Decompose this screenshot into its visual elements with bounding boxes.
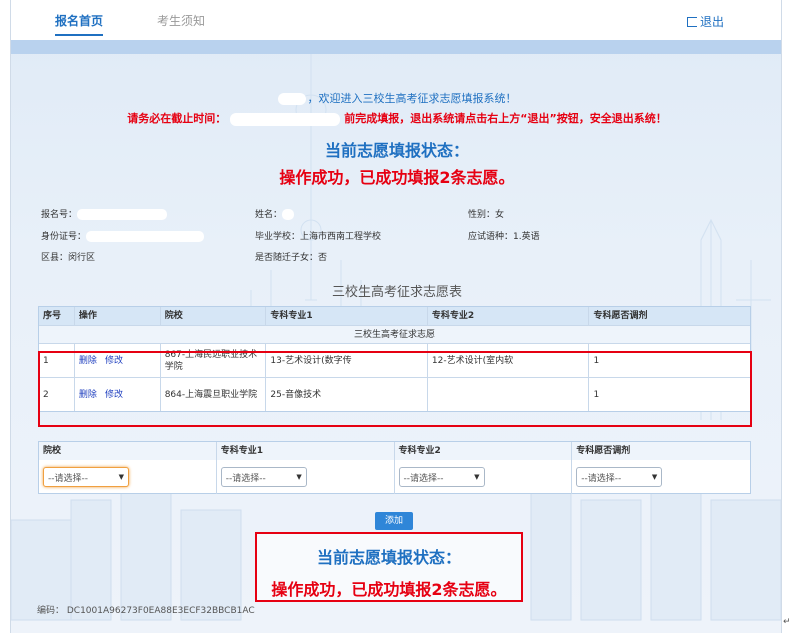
- col-header-adjust: 专科愿否调剂: [593, 311, 648, 321]
- logout-icon: [687, 17, 697, 27]
- chevron-down-icon: ▼: [118, 473, 124, 481]
- deadline-notice: 请务必在截止时间： 前完成填报，退出系统请点击右上方“退出”按钮，安全退出系统！: [11, 110, 781, 126]
- major1-select-value: --请选择--: [225, 473, 266, 484]
- edit-link[interactable]: 修改: [105, 389, 123, 401]
- district-value: 闵行区: [68, 253, 96, 263]
- school-select-cell: --请选择-- ▼: [39, 460, 217, 494]
- top-banner-band: [11, 40, 781, 54]
- redacted-reg-no: [77, 209, 168, 220]
- district-field: 区县：闵行区: [41, 250, 95, 263]
- status-highlight-box: 当前志愿填报状态： 操作成功，已成功填报2条志愿。: [255, 532, 523, 602]
- id-field: 身份证号：: [41, 229, 205, 242]
- row-major1: 13-艺术设计(数字传: [266, 344, 428, 377]
- migrant-value: 否: [318, 253, 328, 263]
- deadline-suffix: 前完成填报，退出系统请点击右上方“退出”按钮，安全退出系统！: [344, 112, 667, 125]
- row-no: 1: [39, 344, 75, 377]
- major2-select[interactable]: --请选择-- ▼: [398, 467, 485, 487]
- table-subheader: 三校生高考征求志愿: [39, 325, 750, 343]
- language-value: 1.英语: [513, 232, 540, 242]
- col-header-action: 操作: [75, 307, 161, 325]
- row-actions: 删除 修改: [75, 378, 161, 411]
- school-label: 毕业学校：: [255, 232, 301, 242]
- add-volunteer-form: 院校 专科专业1 专科专业2 专科愿否调剂 --请选择-- ▼ --请选择-- ▼ …: [38, 441, 751, 494]
- row-adjust: 1: [593, 389, 600, 400]
- migrant-label: 是否随迁子女：: [255, 253, 319, 263]
- table-row: 2 删除 修改 864-上海震旦职业学院 25-音像技术 1: [39, 377, 750, 411]
- form-header-adjust: 专科愿否调剂: [576, 446, 631, 456]
- redacted-id: [86, 231, 205, 242]
- chevron-down-icon: ▼: [296, 473, 302, 481]
- page-frame: 报名首页 考生须知 退出 ，欢迎进入三校生高考征求志愿填报系统！ 请务必在截止时…: [10, 0, 782, 633]
- district-label: 区县：: [41, 253, 69, 263]
- row-major2: 12-艺术设计(室内软: [428, 344, 590, 377]
- school-select[interactable]: --请选择-- ▼: [43, 467, 129, 487]
- name-field: 姓名：: [255, 207, 295, 220]
- redacted-deadline: [230, 112, 341, 126]
- delete-link[interactable]: 删除: [79, 355, 97, 367]
- name-label: 姓名：: [255, 210, 283, 220]
- reg-no-label: 报名号：: [41, 210, 78, 220]
- row-major2: [428, 378, 590, 411]
- major1-select[interactable]: --请选择-- ▼: [220, 467, 307, 487]
- table-title: 三校生高考征求志愿表: [331, 285, 462, 300]
- tab-candidate-notice[interactable]: 考生须知: [157, 12, 205, 29]
- col-header-major1: 专科专业1: [266, 307, 428, 325]
- major1-select-cell: --请选择-- ▼: [217, 460, 395, 494]
- language-label: 应试语种：: [468, 232, 514, 242]
- migrant-field: 是否随迁子女：否: [255, 250, 327, 263]
- edit-link[interactable]: 修改: [105, 355, 123, 367]
- redacted-name-value: [282, 209, 295, 220]
- adjust-select-cell: --请选择-- ▼: [572, 460, 750, 494]
- deadline-prefix: 请务必在截止时间：: [127, 112, 227, 125]
- logout-label: 退出: [700, 15, 725, 29]
- logout-button[interactable]: 退出: [687, 13, 724, 30]
- status-title: 当前志愿填报状态：: [324, 141, 469, 160]
- welcome-message: ，欢迎进入三校生高考征求志愿填报系统！: [11, 90, 781, 106]
- row-no: 2: [39, 378, 75, 411]
- paragraph-mark: ↵: [783, 617, 791, 627]
- id-label: 身份证号：: [41, 232, 87, 242]
- footer-code: 编码： DC1001A96273F0EA88E3ECF32BBCB1AC: [37, 606, 255, 616]
- redacted-name: [277, 93, 306, 105]
- row-major1: 25-音像技术: [266, 378, 428, 411]
- school-select-value: --请选择--: [48, 473, 88, 484]
- form-header-major2: 专科专业2: [395, 442, 573, 460]
- status-box-message: 操作成功，已成功填报2条志愿。: [271, 580, 507, 599]
- col-header-major2: 专科专业2: [428, 307, 590, 325]
- col-header-no: 序号: [39, 307, 75, 325]
- form-header-school: 院校: [39, 442, 217, 460]
- form-header-row: 院校 专科专业1 专科专业2 专科愿否调剂: [39, 442, 750, 460]
- major2-select-cell: --请选择-- ▼: [395, 460, 573, 494]
- status-box-title: 当前志愿填报状态：: [316, 548, 461, 567]
- school-value: 上海市西南工程学校: [300, 232, 382, 242]
- language-field: 应试语种：1.英语: [468, 229, 540, 242]
- form-header-major1: 专科专业1: [217, 442, 395, 460]
- table-header-row: 序号 操作 院校 专科专业1 专科专业2 专科愿否调剂: [39, 307, 750, 325]
- status-message: 操作成功，已成功填报2条志愿。: [279, 168, 515, 187]
- row-actions: 删除 修改: [75, 344, 161, 377]
- gender-value: 女: [495, 210, 505, 220]
- reg-no-field: 报名号：: [41, 207, 168, 220]
- tab-registration-home[interactable]: 报名首页: [55, 12, 104, 36]
- major2-select-value: --请选择--: [403, 473, 444, 484]
- row-adjust: 1: [593, 355, 600, 366]
- adjust-select-value: --请选择--: [581, 473, 622, 484]
- volunteer-table: 序号 操作 院校 专科专业1 专科专业2 专科愿否调剂 三校生高考征求志愿 1 …: [38, 306, 751, 412]
- top-navigation-bar: [11, 0, 781, 40]
- adjust-select[interactable]: --请选择-- ▼: [576, 467, 663, 487]
- delete-link[interactable]: 删除: [79, 389, 97, 401]
- gender-label: 性别：: [468, 210, 496, 220]
- col-header-school: 院校: [161, 307, 267, 325]
- welcome-text: ，欢迎进入三校生高考征求志愿填报系统！: [307, 92, 517, 105]
- row-school: 864-上海震旦职业学院: [161, 378, 267, 411]
- table-row: 1 删除 修改 867-上海民远职业技术学院 13-艺术设计(数字传 12-艺术…: [39, 343, 750, 377]
- chevron-down-icon: ▼: [474, 473, 480, 481]
- row-school: 867-上海民远职业技术学院: [161, 344, 267, 377]
- school-field: 毕业学校：上海市西南工程学校: [255, 229, 381, 242]
- gender-field: 性别：女: [468, 207, 504, 220]
- add-button[interactable]: 添加: [375, 512, 413, 530]
- form-input-row: --请选择-- ▼ --请选择-- ▼ --请选择-- ▼ --请选择-- ▼: [39, 460, 750, 494]
- chevron-down-icon: ▼: [651, 473, 658, 481]
